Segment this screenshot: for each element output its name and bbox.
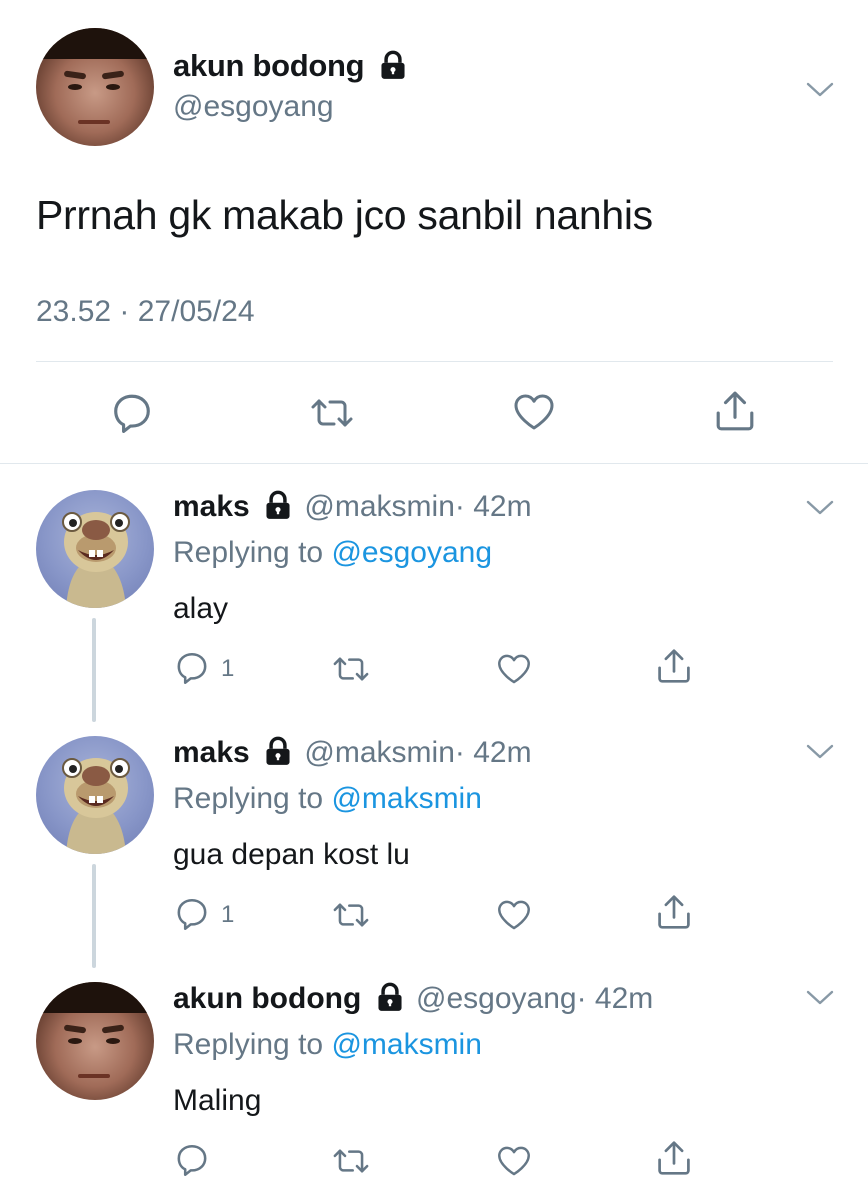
- lock-icon: [376, 982, 404, 1012]
- avatar[interactable]: [36, 490, 154, 608]
- chevron-down-icon[interactable]: [806, 500, 834, 516]
- lock-icon: [264, 490, 292, 520]
- avatar-brow: [101, 70, 125, 80]
- avatar-hair: [36, 28, 154, 59]
- chevron-down-icon[interactable]: [806, 990, 834, 1006]
- author-handle[interactable]: @esgoyang: [173, 90, 334, 124]
- like-icon[interactable]: [512, 392, 556, 432]
- reply-icon[interactable]: [175, 1142, 209, 1176]
- sloth-avatar-image: [36, 736, 154, 854]
- reply-author[interactable]: akun bodong @esgoyang· 42m: [173, 982, 653, 1016]
- divider: [36, 361, 833, 362]
- avatar-brow: [63, 70, 87, 80]
- retweet-icon[interactable]: [309, 393, 355, 433]
- share-icon[interactable]: [714, 390, 756, 432]
- tweet-text: Prrnah gk makab jco sanbil nanhis: [36, 192, 653, 238]
- chevron-down-icon[interactable]: [806, 82, 834, 98]
- reply-time: · 42m: [454, 736, 532, 769]
- share-icon[interactable]: [656, 894, 692, 930]
- thread-line: [92, 864, 96, 968]
- reply-count: 1: [221, 901, 235, 928]
- reply-time: · 42m: [454, 490, 532, 523]
- author-name-text: maks: [173, 736, 250, 769]
- avatar[interactable]: [36, 982, 154, 1100]
- reply-count: 1: [221, 655, 235, 682]
- avatar-brow: [101, 1024, 125, 1034]
- share-icon[interactable]: [656, 1140, 692, 1176]
- mention-link[interactable]: @maksmin: [331, 782, 481, 815]
- avatar-mouth: [78, 120, 110, 124]
- sloth-avatar-image: [36, 490, 154, 608]
- replying-to-label: Replying to: [173, 1028, 332, 1061]
- author-name-text: akun bodong: [173, 48, 365, 83]
- retweet-icon[interactable]: [332, 898, 370, 932]
- avatar-eye: [106, 84, 120, 90]
- like-icon[interactable]: [496, 652, 532, 686]
- tweet-timestamp[interactable]: 23.52 · 27/05/24: [36, 295, 255, 329]
- author-name-text: akun bodong: [173, 982, 362, 1015]
- avatar[interactable]: [36, 28, 154, 146]
- like-icon[interactable]: [496, 1144, 532, 1178]
- avatar-eye: [106, 1038, 120, 1044]
- lock-icon: [264, 736, 292, 766]
- author-handle: @maksmin: [304, 736, 455, 769]
- chevron-down-icon[interactable]: [806, 744, 834, 760]
- avatar-hair: [36, 982, 154, 1013]
- avatar[interactable]: [36, 736, 154, 854]
- reply-author[interactable]: maks @maksmin· 42m: [173, 490, 532, 524]
- lock-icon: [379, 50, 407, 80]
- mention-link[interactable]: @esgoyang: [331, 536, 492, 569]
- author-handle: @esgoyang: [416, 982, 577, 1015]
- author-name-text: maks: [173, 490, 250, 523]
- reply-icon[interactable]: [175, 896, 209, 930]
- reply-time: · 42m: [576, 982, 654, 1015]
- reply-text: Maling: [173, 1084, 262, 1117]
- replying-to: Replying to @esgoyang: [173, 536, 492, 570]
- avatar-brow: [63, 1024, 87, 1034]
- retweet-icon[interactable]: [332, 652, 370, 686]
- replying-to: Replying to @maksmin: [173, 782, 482, 816]
- reply-icon[interactable]: [111, 391, 153, 433]
- reply-author[interactable]: maks @maksmin· 42m: [173, 736, 532, 770]
- like-icon[interactable]: [496, 898, 532, 932]
- avatar-eye: [68, 84, 82, 90]
- replying-to: Replying to @maksmin: [173, 1028, 482, 1062]
- reply-text: gua depan kost lu: [173, 838, 410, 871]
- mention-link[interactable]: @maksmin: [331, 1028, 481, 1061]
- share-icon[interactable]: [656, 648, 692, 684]
- reply-text: alay: [173, 592, 229, 625]
- section-divider: [0, 463, 868, 464]
- avatar-eye: [68, 1038, 82, 1044]
- replying-to-label: Replying to: [173, 782, 332, 815]
- replying-to-label: Replying to: [173, 536, 332, 569]
- retweet-icon[interactable]: [332, 1144, 370, 1178]
- author-handle: @maksmin: [304, 490, 455, 523]
- thread-line: [92, 618, 96, 722]
- author-name[interactable]: akun bodong: [173, 48, 407, 84]
- avatar-mouth: [78, 1074, 110, 1078]
- reply-icon[interactable]: [175, 650, 209, 684]
